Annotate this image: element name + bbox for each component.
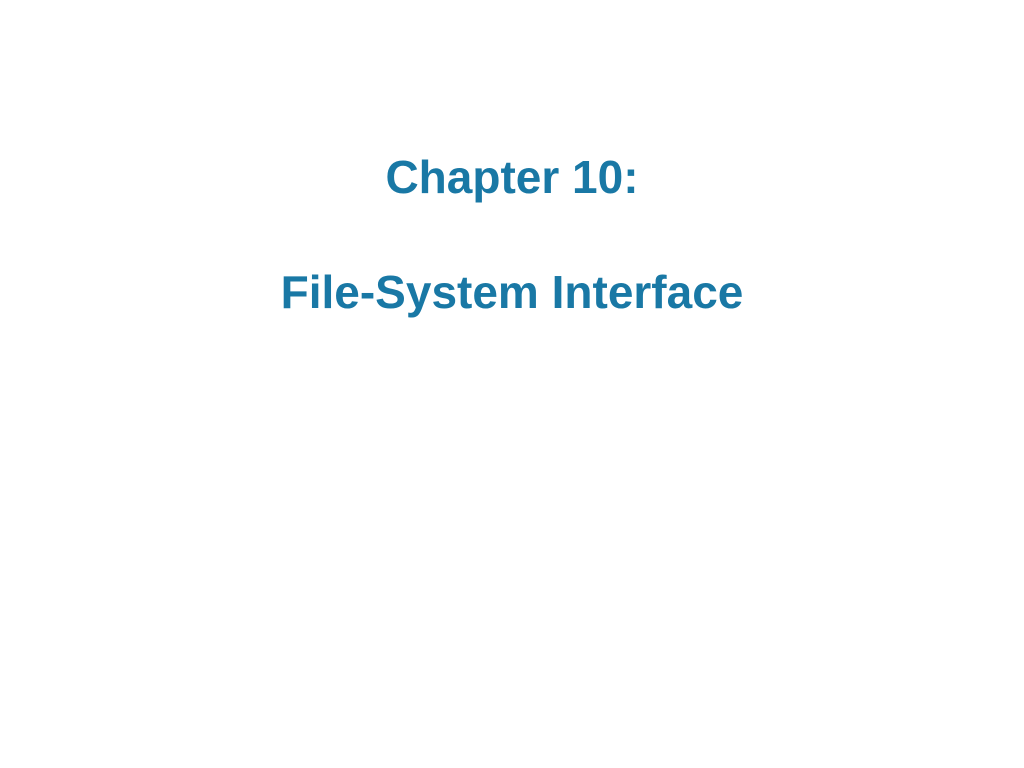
chapter-subtitle: File-System Interface (0, 265, 1024, 320)
chapter-heading: Chapter 10: (0, 150, 1024, 205)
title-block: Chapter 10: File-System Interface (0, 150, 1024, 320)
slide-container: Chapter 10: File-System Interface (0, 0, 1024, 768)
